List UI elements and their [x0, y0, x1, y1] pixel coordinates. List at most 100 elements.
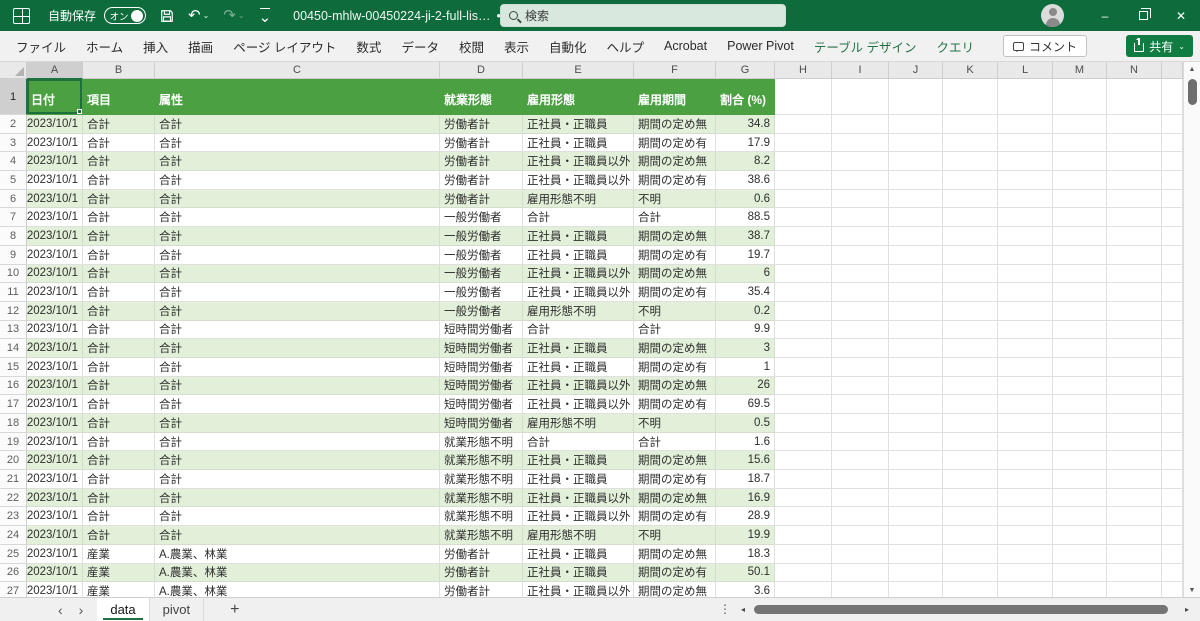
- ribbon-tab-ページ レイアウト[interactable]: ページ レイアウト: [223, 31, 346, 61]
- cell-H16[interactable]: [775, 376, 832, 396]
- cell-H19[interactable]: [775, 432, 832, 452]
- column-header-K[interactable]: K: [943, 62, 998, 79]
- cell-O20[interactable]: [1162, 451, 1183, 471]
- cell-H13[interactable]: [775, 320, 832, 340]
- ribbon-tab-ヘルプ[interactable]: ヘルプ: [597, 31, 655, 61]
- cell-I8[interactable]: [832, 227, 889, 246]
- cell-B1[interactable]: 項目: [83, 79, 155, 115]
- cell-C19[interactable]: 合計: [155, 432, 440, 452]
- cell-I25[interactable]: [832, 544, 889, 564]
- ribbon-tab-自動化[interactable]: 自動化: [539, 31, 597, 61]
- cell-M14[interactable]: [1053, 339, 1107, 358]
- cell-I22[interactable]: [832, 488, 889, 508]
- row-header-11[interactable]: 11: [0, 283, 27, 302]
- cell-F14[interactable]: 期間の定め無: [634, 339, 716, 358]
- cell-L13[interactable]: [998, 320, 1053, 340]
- cell-I16[interactable]: [832, 376, 889, 396]
- vertical-scrollbar[interactable]: ▲ ▼: [1183, 62, 1200, 597]
- row-header-26[interactable]: 26: [0, 563, 27, 583]
- column-header-O[interactable]: [1162, 62, 1183, 79]
- cell-J22[interactable]: [889, 488, 943, 508]
- cell-B3[interactable]: 合計: [83, 133, 155, 153]
- cell-M12[interactable]: [1053, 301, 1107, 321]
- cell-L26[interactable]: [998, 563, 1053, 583]
- cell-G22[interactable]: 16.9: [716, 488, 775, 508]
- cell-N19[interactable]: [1107, 432, 1162, 452]
- cell-O10[interactable]: [1162, 264, 1183, 284]
- cell-G2[interactable]: 34.8: [716, 115, 775, 134]
- cell-K17[interactable]: [943, 395, 998, 414]
- cell-H22[interactable]: [775, 488, 832, 508]
- cell-D5[interactable]: 労働者計: [440, 171, 523, 190]
- cell-K1[interactable]: [943, 79, 998, 115]
- cell-N21[interactable]: [1107, 470, 1162, 489]
- cell-D13[interactable]: 短時間労働者: [440, 320, 523, 340]
- cell-L18[interactable]: [998, 414, 1053, 433]
- column-header-N[interactable]: N: [1107, 62, 1162, 79]
- cell-F27[interactable]: 期間の定め無: [634, 582, 716, 597]
- cell-N18[interactable]: [1107, 414, 1162, 433]
- autosave-toggle[interactable]: オン: [104, 7, 147, 24]
- cell-K25[interactable]: [943, 544, 998, 564]
- cell-H8[interactable]: [775, 227, 832, 246]
- cell-H24[interactable]: [775, 526, 832, 545]
- cell-K7[interactable]: [943, 208, 998, 228]
- save-button[interactable]: [160, 9, 174, 23]
- cell-O22[interactable]: [1162, 488, 1183, 508]
- cell-C13[interactable]: 合計: [155, 320, 440, 340]
- cell-B13[interactable]: 合計: [83, 320, 155, 340]
- cell-A3[interactable]: 2023/10/1: [27, 133, 83, 153]
- column-header-B[interactable]: B: [83, 62, 155, 79]
- cell-F6[interactable]: 不明: [634, 189, 716, 209]
- cell-J18[interactable]: [889, 414, 943, 433]
- cell-G4[interactable]: 8.2: [716, 152, 775, 172]
- cell-D4[interactable]: 労働者計: [440, 152, 523, 172]
- cell-O27[interactable]: [1162, 582, 1183, 597]
- cell-C18[interactable]: 合計: [155, 414, 440, 433]
- cell-K23[interactable]: [943, 507, 998, 527]
- cell-N25[interactable]: [1107, 544, 1162, 564]
- scroll-up-button[interactable]: ▲: [1184, 62, 1200, 76]
- cell-B18[interactable]: 合計: [83, 414, 155, 433]
- row-header-19[interactable]: 19: [0, 432, 27, 452]
- cell-A12[interactable]: 2023/10/1: [27, 301, 83, 321]
- column-header-C[interactable]: C: [155, 62, 440, 79]
- cell-B24[interactable]: 合計: [83, 526, 155, 545]
- cell-G21[interactable]: 18.7: [716, 470, 775, 489]
- ribbon-tab-テーブル デザイン[interactable]: テーブル デザイン: [804, 31, 927, 61]
- cell-A4[interactable]: 2023/10/1: [27, 152, 83, 172]
- cell-K6[interactable]: [943, 189, 998, 209]
- cell-G17[interactable]: 69.5: [716, 395, 775, 414]
- cell-M9[interactable]: [1053, 245, 1107, 265]
- cell-N9[interactable]: [1107, 245, 1162, 265]
- cell-A22[interactable]: 2023/10/1: [27, 488, 83, 508]
- cell-F17[interactable]: 期間の定め有: [634, 395, 716, 414]
- cell-B25[interactable]: 産業: [83, 544, 155, 564]
- cell-D27[interactable]: 労働者計: [440, 582, 523, 597]
- cell-I21[interactable]: [832, 470, 889, 489]
- cell-E5[interactable]: 正社員・正職員以外: [523, 171, 634, 190]
- cell-D18[interactable]: 短時間労働者: [440, 414, 523, 433]
- cell-L22[interactable]: [998, 488, 1053, 508]
- cell-K20[interactable]: [943, 451, 998, 471]
- cell-K2[interactable]: [943, 115, 998, 134]
- cell-M1[interactable]: [1053, 79, 1107, 115]
- cell-O2[interactable]: [1162, 115, 1183, 134]
- cell-D10[interactable]: 一般労働者: [440, 264, 523, 284]
- sheet-tab-pivot[interactable]: pivot: [150, 598, 205, 621]
- row-header-16[interactable]: 16: [0, 376, 27, 396]
- column-header-E[interactable]: E: [523, 62, 634, 79]
- cell-E17[interactable]: 正社員・正職員以外: [523, 395, 634, 414]
- cell-J4[interactable]: [889, 152, 943, 172]
- column-header-D[interactable]: D: [440, 62, 523, 79]
- cell-A21[interactable]: 2023/10/1: [27, 470, 83, 489]
- cell-F5[interactable]: 期間の定め有: [634, 171, 716, 190]
- cell-E13[interactable]: 合計: [523, 320, 634, 340]
- cell-O21[interactable]: [1162, 470, 1183, 489]
- cell-H11[interactable]: [775, 283, 832, 302]
- cell-I11[interactable]: [832, 283, 889, 302]
- cell-B23[interactable]: 合計: [83, 507, 155, 527]
- row-header-1[interactable]: 1: [0, 79, 27, 115]
- cell-B12[interactable]: 合計: [83, 301, 155, 321]
- cell-K8[interactable]: [943, 227, 998, 246]
